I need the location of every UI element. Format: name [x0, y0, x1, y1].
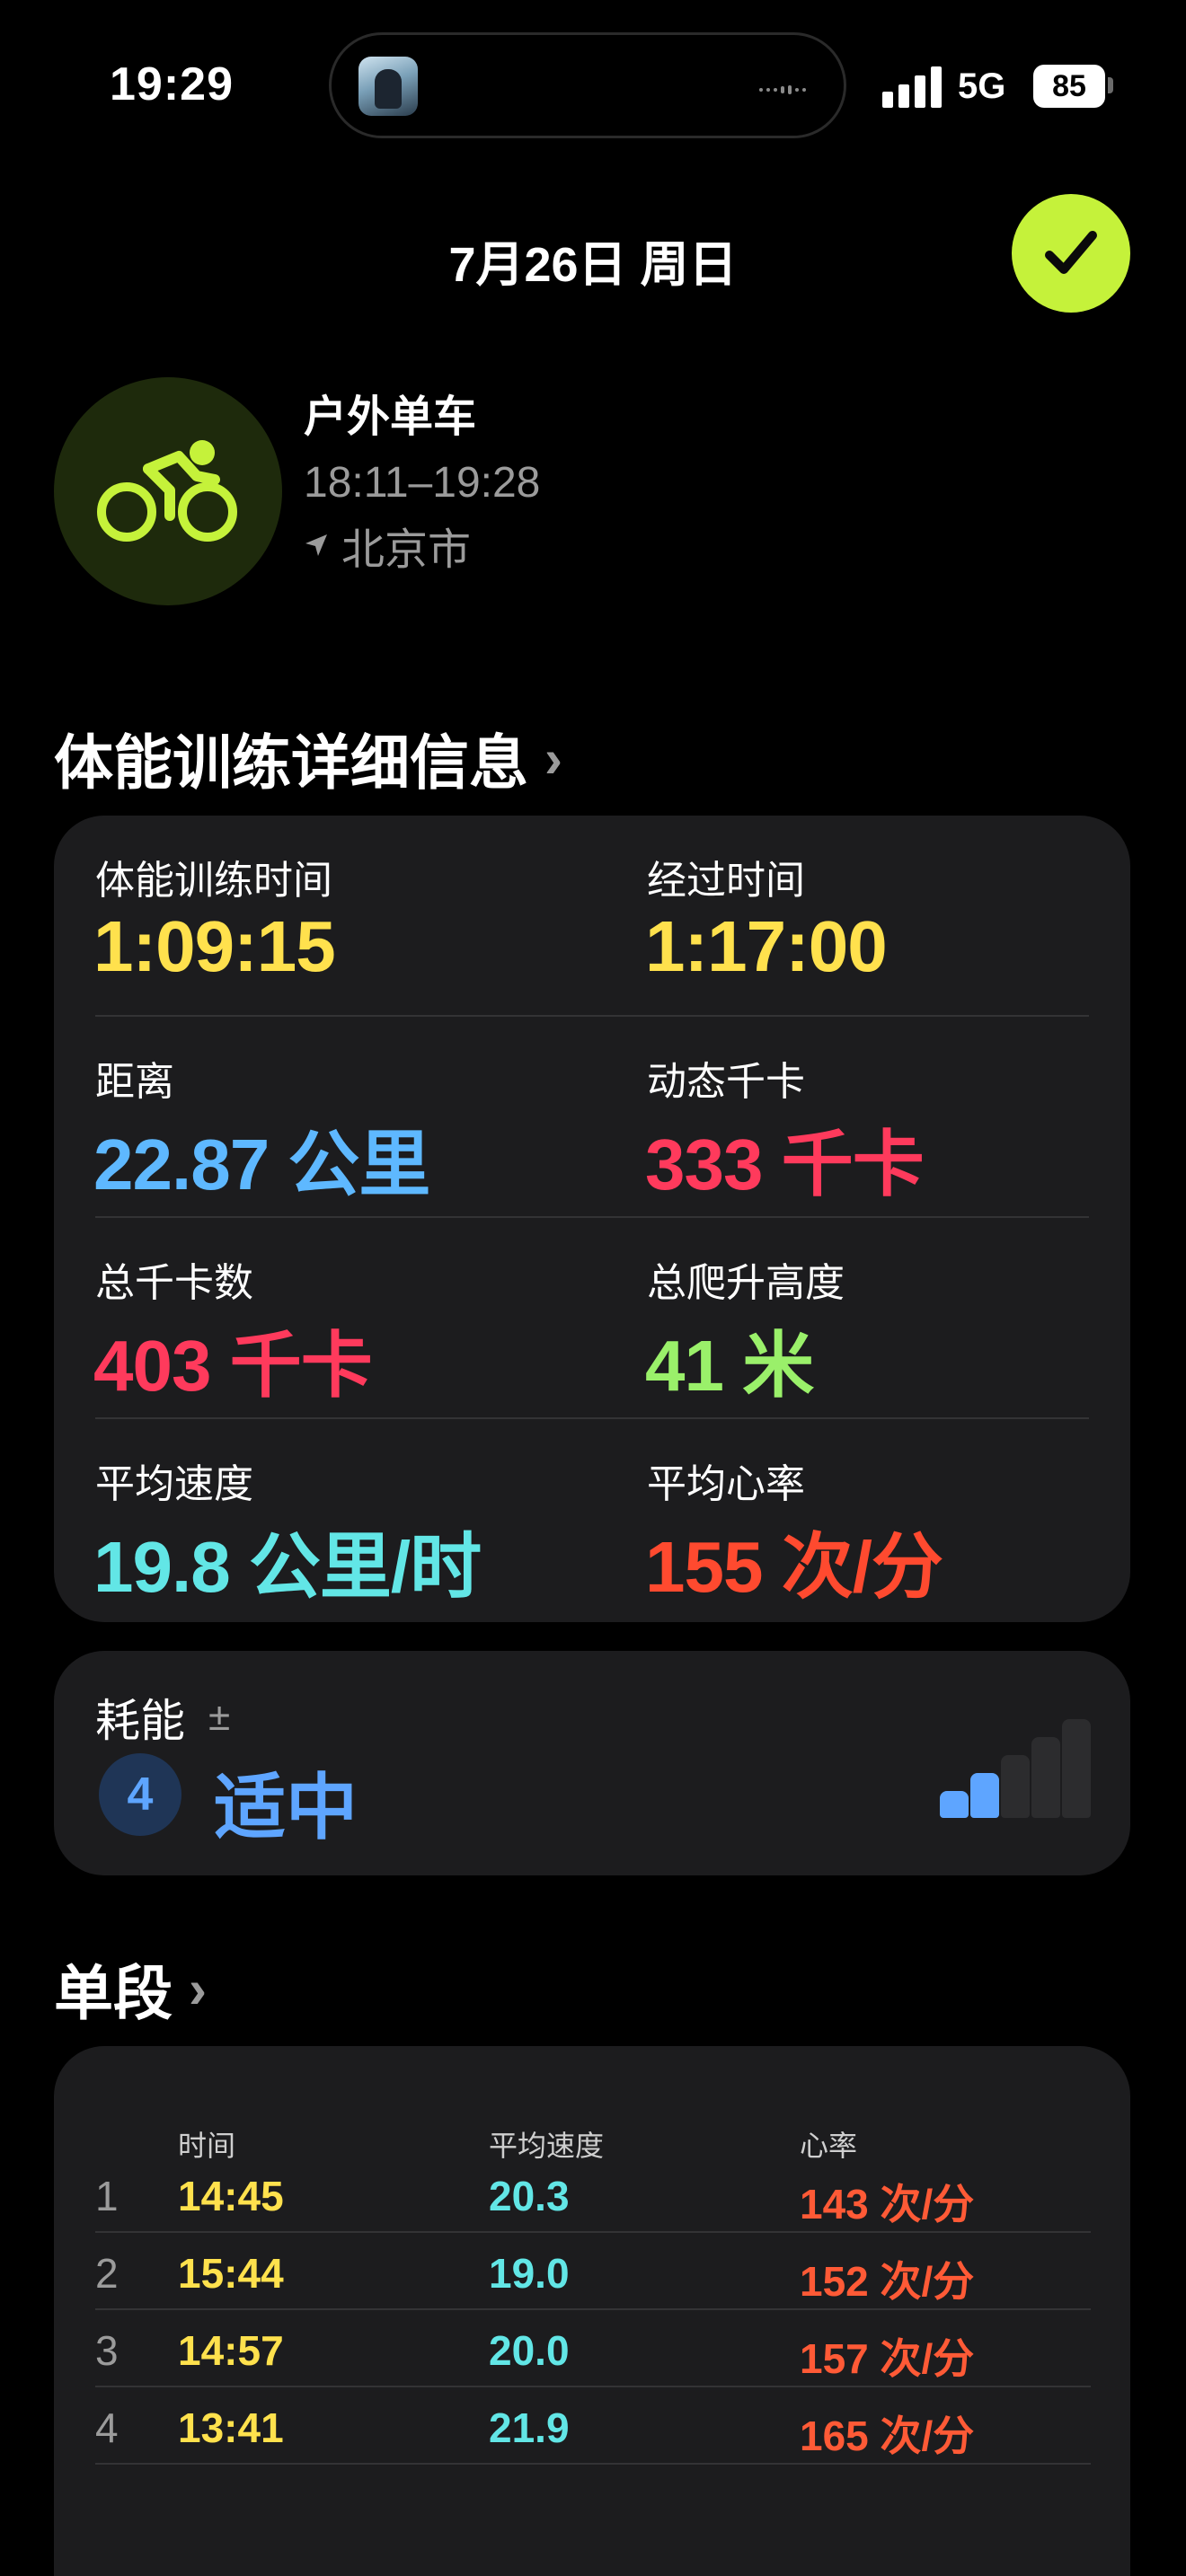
metric-label: 距离 — [95, 1060, 174, 1104]
metric-value: 22.87 公里 — [93, 1125, 430, 1204]
divider — [95, 1216, 1089, 1218]
network-type: 5G — [958, 66, 1006, 106]
split-time: 13:41 — [178, 2404, 284, 2451]
details-section-header[interactable]: 体能训练详细信息 › — [54, 715, 562, 801]
done-button[interactable] — [1012, 194, 1130, 313]
workout-time-range: 18:11–19:28 — [304, 459, 541, 507]
split-time: 15:44 — [178, 2250, 284, 2297]
battery-level: 85 — [1052, 68, 1086, 103]
split-time: 14:57 — [178, 2327, 284, 2374]
cycling-icon — [97, 440, 237, 542]
details-section-title: 体能训练详细信息 — [54, 729, 528, 796]
effort-label: 耗能 — [95, 1696, 185, 1746]
location-text: 北京市 — [341, 526, 472, 574]
chevron-right-icon: › — [544, 728, 562, 789]
metric-label: 体能训练时间 — [95, 859, 332, 903]
page-title-date: 7月26日 周日 — [448, 238, 738, 292]
effort-level-text: 适中 — [214, 1768, 358, 1848]
splits-section-title: 单段 — [54, 1960, 173, 2026]
metric-value: 1:17:00 — [645, 906, 888, 986]
workout-location: 北京市 — [304, 514, 471, 577]
effort-meter-bar — [1031, 1737, 1060, 1818]
effort-meter-icon — [940, 1719, 1093, 1818]
battery-cap — [1108, 77, 1113, 93]
split-index: 2 — [95, 2250, 119, 2297]
split-time: 14:45 — [178, 2173, 284, 2219]
workout-type-badge — [54, 377, 282, 605]
split-heart-rate: 152 次/分 — [800, 2258, 975, 2305]
metric-label: 平均速度 — [95, 1462, 253, 1506]
split-index: 3 — [95, 2327, 119, 2374]
cellular-signal-icon — [882, 66, 945, 108]
metric-label: 经过时间 — [647, 859, 805, 903]
effort-meter-bar — [1062, 1719, 1091, 1818]
metric-label: 总千卡数 — [95, 1261, 253, 1305]
splits-section-header[interactable]: 单段 › — [54, 1945, 207, 2032]
split-row[interactable]: 3 14:57 20.0 157 次/分 — [95, 2310, 1091, 2387]
metric-label: 动态千卡 — [647, 1060, 805, 1104]
split-speed: 19.0 — [489, 2250, 570, 2297]
divider — [95, 1015, 1089, 1017]
effort-meter-bar — [970, 1773, 999, 1818]
split-heart-rate: 157 次/分 — [800, 2335, 975, 2382]
effort-meter-bar — [940, 1791, 969, 1818]
split-row[interactable]: 1 14:45 20.3 143 次/分 — [95, 2156, 1091, 2233]
metric-label: 平均心率 — [647, 1462, 805, 1506]
status-time: 19:29 — [110, 58, 234, 110]
battery-icon: 85 — [1033, 65, 1105, 108]
workout-type: 户外单车 — [304, 393, 477, 441]
dynamic-island[interactable] — [329, 32, 846, 138]
split-index: 1 — [95, 2173, 119, 2219]
split-speed: 20.0 — [489, 2327, 570, 2374]
chevron-right-icon: › — [189, 1958, 207, 2019]
divider — [95, 1417, 1089, 1419]
metric-value: 403 千卡 — [93, 1326, 373, 1406]
split-index: 4 — [95, 2404, 119, 2451]
split-speed: 21.9 — [489, 2404, 570, 2451]
split-heart-rate: 165 次/分 — [800, 2413, 975, 2459]
metric-value: 155 次/分 — [645, 1527, 943, 1607]
split-row[interactable]: 4 13:41 21.9 165 次/分 — [95, 2387, 1091, 2465]
effort-card[interactable]: 耗能 ± 4 适中 — [54, 1651, 1130, 1875]
metric-value: 1:09:15 — [93, 906, 336, 986]
metric-value: 19.8 公里/时 — [93, 1527, 482, 1607]
metric-label: 总爬升高度 — [647, 1261, 845, 1305]
metric-value: 41 米 — [645, 1326, 814, 1406]
split-speed: 20.3 — [489, 2173, 570, 2219]
details-card: 体能训练时间 1:09:15 经过时间 1:17:00 距离 22.87 公里 … — [54, 816, 1130, 1622]
row-divider — [95, 2463, 1091, 2465]
split-row[interactable]: 2 15:44 19.0 152 次/分 — [95, 2233, 1091, 2310]
now-playing-artwork — [358, 57, 418, 116]
effort-meter-bar — [1001, 1755, 1030, 1818]
audio-waveform-icon — [759, 82, 813, 94]
adjust-icon[interactable]: ± — [208, 1695, 230, 1740]
split-heart-rate: 143 次/分 — [800, 2181, 975, 2228]
effort-level-badge: 4 — [99, 1753, 181, 1836]
checkmark-icon — [1045, 231, 1097, 274]
effort-header: 耗能 ± — [95, 1685, 230, 1750]
location-arrow-icon — [305, 534, 327, 556]
metric-value: 333 千卡 — [645, 1125, 925, 1204]
